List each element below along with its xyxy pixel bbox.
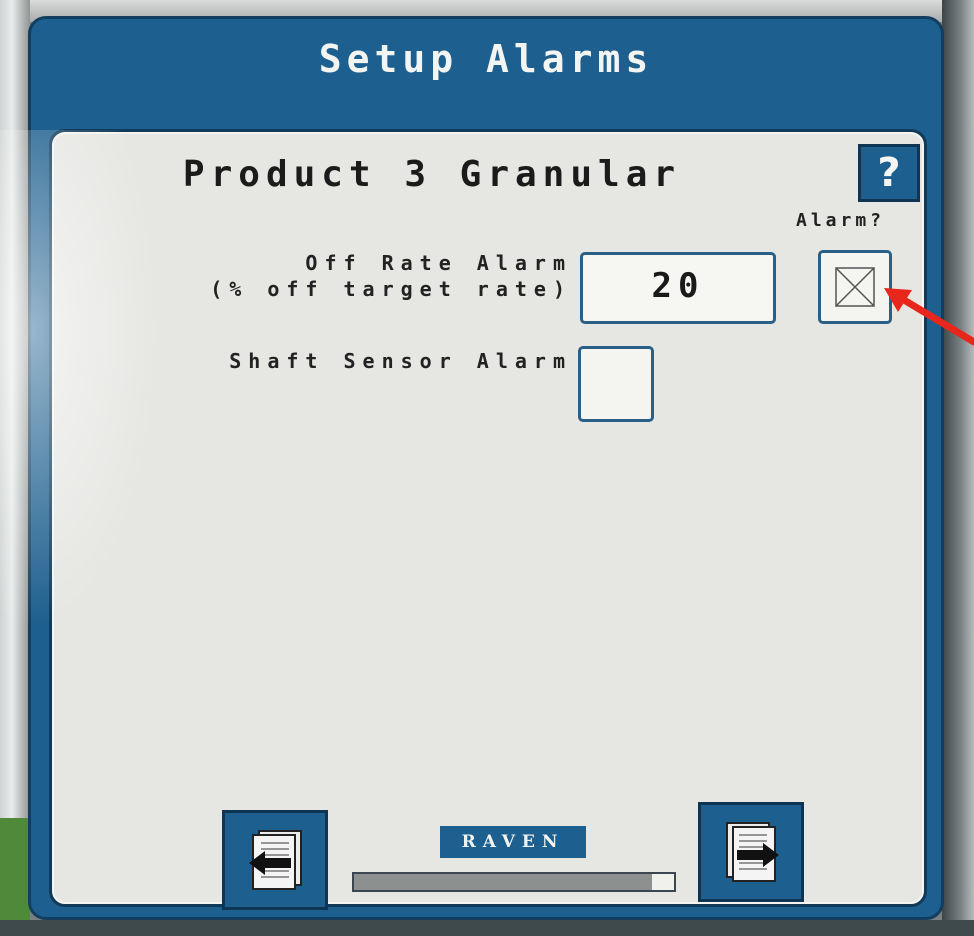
- help-icon: ?: [877, 150, 901, 196]
- off-rate-label-line1: Off Rate Alarm: [305, 251, 572, 275]
- panel-title: Product 3 Granular: [182, 154, 682, 195]
- shaft-sensor-alarm-checkbox[interactable]: [578, 346, 654, 422]
- page-progress-bar: [352, 872, 676, 892]
- checkbox-x-icon: [835, 267, 875, 307]
- back-page-button[interactable]: [222, 810, 328, 910]
- next-page-button[interactable]: [698, 802, 804, 902]
- device-bezel-accent: [0, 818, 30, 936]
- screen: Setup Alarms Product 3 Granular ? Alarm?…: [28, 16, 944, 920]
- next-page-icon: [726, 822, 779, 882]
- shaft-sensor-alarm-label: Shaft Sensor Alarm: [229, 349, 572, 373]
- page-progress-fill: [354, 874, 652, 890]
- off-rate-value-field[interactable]: 20: [580, 252, 776, 324]
- back-page-icon: [249, 830, 302, 890]
- device-bezel-left: [0, 0, 30, 936]
- alarm-column-label: Alarm?: [796, 210, 886, 231]
- off-rate-alarm-label: Off Rate Alarm (% off target rate): [92, 250, 572, 302]
- raven-logo: RAVEN: [440, 826, 586, 858]
- red-arrow-annotation: [884, 288, 974, 346]
- settings-panel: Product 3 Granular ? Alarm? Off Rate Ala…: [49, 129, 927, 910]
- help-button[interactable]: ?: [858, 144, 920, 202]
- device-bezel-right: [942, 0, 974, 936]
- off-rate-label-line2: (% off target rate): [210, 277, 572, 301]
- screen-title: Setup Alarms: [318, 37, 654, 81]
- device-bezel-bottom: [0, 920, 974, 936]
